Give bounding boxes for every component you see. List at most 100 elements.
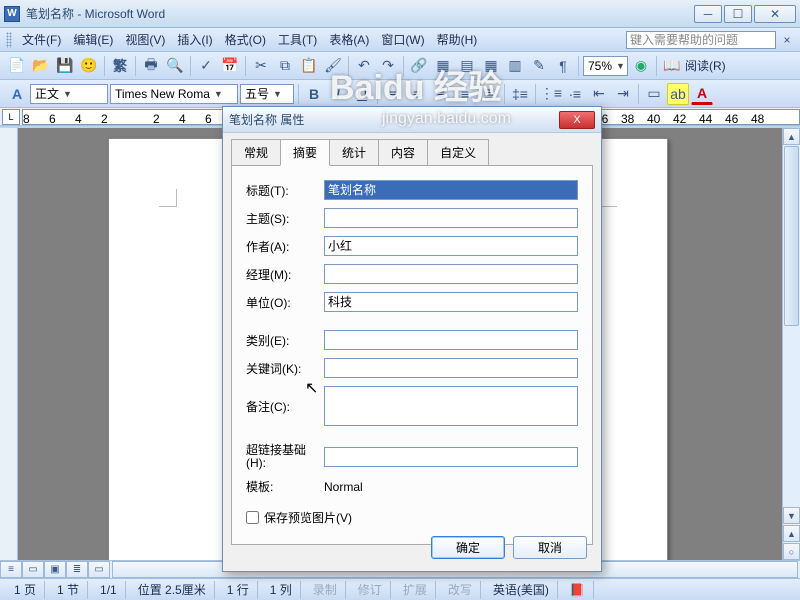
tab-stats[interactable]: 统计 [329, 139, 379, 165]
tab-selector[interactable]: L [2, 109, 20, 125]
status-rec[interactable]: 录制 [305, 581, 346, 599]
line-spacing-icon[interactable]: ‡≡ [509, 83, 531, 105]
copy-icon[interactable]: ⧉ [274, 55, 296, 77]
underline-icon[interactable]: U [351, 83, 373, 105]
bold-icon[interactable]: B [303, 83, 325, 105]
table-border-icon[interactable]: ▦ [432, 55, 454, 77]
styles-pane-icon[interactable]: A [6, 83, 28, 105]
font-combo[interactable]: Times New Roma▼ [110, 84, 238, 104]
cut-icon[interactable]: ✂ [250, 55, 272, 77]
help-search-input[interactable] [626, 31, 776, 49]
excel-icon[interactable]: ▦ [480, 55, 502, 77]
title-label: 标题(T): [246, 182, 324, 199]
size-combo[interactable]: 五号▼ [240, 84, 294, 104]
read-layout-icon[interactable]: 📖 [661, 55, 683, 77]
undo-icon[interactable]: ↶ [353, 55, 375, 77]
maximize-button[interactable]: ☐ [724, 5, 752, 23]
menu-format[interactable]: 格式(O) [219, 28, 272, 51]
subject-input[interactable] [324, 208, 578, 228]
tab-content[interactable]: 内容 [378, 139, 428, 165]
bullets-icon[interactable]: ∙≡ [564, 83, 586, 105]
category-input[interactable] [324, 330, 578, 350]
docmap-icon[interactable]: ¶ [552, 55, 574, 77]
style-combo[interactable]: 正文▼ [30, 84, 108, 104]
numbering-icon[interactable]: ⋮≡ [540, 83, 562, 105]
dialog-titlebar[interactable]: 笔划名称 属性 X [223, 107, 601, 133]
comments-label: 备注(C): [246, 398, 324, 415]
normal-view-icon[interactable]: ≡ [0, 561, 22, 578]
prev-page-icon[interactable]: ▲ [783, 525, 800, 542]
new-doc-icon[interactable]: 📄 [6, 55, 28, 77]
read-label[interactable]: 阅读(R) [685, 57, 726, 74]
comments-input[interactable] [324, 386, 578, 426]
status-ext[interactable]: 扩展 [395, 581, 436, 599]
align-right-icon[interactable]: ≡ [430, 83, 452, 105]
print-icon[interactable]: 🖶 [140, 55, 162, 77]
dialog-close-button[interactable]: X [559, 111, 595, 129]
vertical-scrollbar[interactable]: ▲ ▼ ▲ ○ ▼ [782, 128, 800, 578]
scroll-down-icon[interactable]: ▼ [783, 507, 800, 524]
menu-help[interactable]: 帮助(H) [431, 28, 484, 51]
outdent-icon[interactable]: ⇤ [588, 83, 610, 105]
menu-table[interactable]: 表格(A) [323, 28, 375, 51]
save-icon[interactable]: 💾 [54, 55, 76, 77]
align-left-icon[interactable]: ≡ [382, 83, 404, 105]
status-trk[interactable]: 修订 [350, 581, 391, 599]
vertical-ruler[interactable] [0, 128, 18, 578]
cancel-button[interactable]: 取消 [513, 536, 587, 559]
format-painter-icon[interactable]: 🖌 [322, 55, 344, 77]
menu-edit[interactable]: 编辑(E) [67, 28, 119, 51]
manager-input[interactable] [324, 264, 578, 284]
title-input[interactable]: 笔划名称 [324, 180, 578, 200]
drawing-icon[interactable]: ✎ [528, 55, 550, 77]
paste-icon[interactable]: 📋 [298, 55, 320, 77]
company-input[interactable]: 科技 [324, 292, 578, 312]
status-spellcheck-icon[interactable]: 📕 [562, 581, 594, 599]
scroll-up-icon[interactable]: ▲ [783, 128, 800, 145]
status-ovr[interactable]: 改写 [440, 581, 481, 599]
open-icon[interactable]: 📂 [30, 55, 52, 77]
border-icon[interactable]: ▭ [643, 83, 665, 105]
columns-icon[interactable]: ▥ [504, 55, 526, 77]
distribute-icon[interactable]: ≣ [478, 83, 500, 105]
font-color-icon[interactable]: A [691, 83, 713, 105]
trad-simp-button[interactable]: 繁 [109, 55, 131, 77]
redo-icon[interactable]: ↷ [377, 55, 399, 77]
indent-icon[interactable]: ⇥ [612, 83, 634, 105]
print-view-icon[interactable]: ▣ [44, 561, 66, 578]
menu-view[interactable]: 视图(V) [119, 28, 171, 51]
align-center-icon[interactable]: ≡ [406, 83, 428, 105]
ok-button[interactable]: 确定 [431, 536, 505, 559]
menu-file[interactable]: 文件(F) [16, 28, 67, 51]
scrollbar-thumb[interactable] [784, 146, 799, 326]
reading-view-icon[interactable]: ▭ [88, 561, 110, 578]
preview-icon[interactable]: 🔍 [164, 55, 186, 77]
insert-table-icon[interactable]: ▤ [456, 55, 478, 77]
help-icon[interactable]: ◉ [630, 55, 652, 77]
menu-window[interactable]: 窗口(W) [375, 28, 430, 51]
research-icon[interactable]: 📅 [219, 55, 241, 77]
menu-insert[interactable]: 插入(I) [171, 28, 218, 51]
browse-object-icon[interactable]: ○ [783, 543, 800, 560]
minimize-button[interactable]: ─ [694, 5, 722, 23]
menu-tools[interactable]: 工具(T) [272, 28, 323, 51]
italic-icon[interactable]: I [327, 83, 349, 105]
web-view-icon[interactable]: ▭ [22, 561, 44, 578]
save-preview-checkbox[interactable] [246, 511, 259, 524]
hyperlink-input[interactable] [324, 447, 578, 467]
tab-custom[interactable]: 自定义 [427, 139, 489, 165]
menubar-close-icon[interactable]: × [780, 33, 794, 47]
highlight-icon[interactable]: ab [667, 83, 689, 105]
outline-view-icon[interactable]: ≣ [66, 561, 88, 578]
keywords-input[interactable] [324, 358, 578, 378]
author-input[interactable]: 小红 [324, 236, 578, 256]
spell-icon[interactable]: ✓ [195, 55, 217, 77]
status-language[interactable]: 英语(美国) [485, 581, 558, 599]
tab-general[interactable]: 常规 [231, 139, 281, 165]
hyperlink-icon[interactable]: 🔗 [408, 55, 430, 77]
zoom-combo[interactable]: 75%▼ [583, 56, 628, 76]
close-button[interactable]: ✕ [754, 5, 796, 23]
align-justify-icon[interactable]: ≡ [454, 83, 476, 105]
permission-icon[interactable]: 🙂 [78, 55, 100, 77]
tab-summary[interactable]: 摘要 [280, 139, 330, 166]
